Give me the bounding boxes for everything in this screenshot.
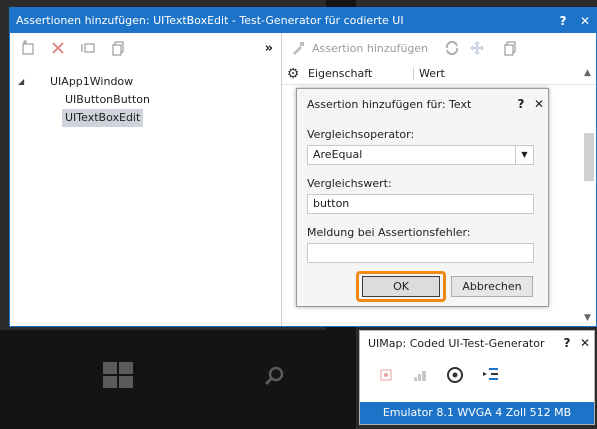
close-button[interactable]: ✕	[574, 14, 596, 28]
window-titlebar: Assertionen hinzufügen: UITextBoxEdit - …	[10, 8, 596, 33]
search-icon[interactable]	[262, 364, 286, 388]
window-title: Assertionen hinzufügen: UITextBoxEdit - …	[16, 14, 404, 27]
tree-item-label: UITextBoxEdit	[62, 109, 144, 127]
tree-item-root[interactable]: ◢ UIApp1Window	[10, 73, 281, 91]
chevron-down-icon[interactable]: ▼	[515, 146, 533, 164]
scroll-up-icon[interactable]: ▲	[584, 68, 591, 78]
compare-value-input[interactable]: button	[307, 194, 534, 214]
properties-scrollbar[interactable]: ▲ ▼	[582, 63, 596, 323]
add-assertion-button[interactable]: Assertion hinzufügen	[312, 42, 428, 55]
add-assertion-dialog: Assertion hinzufügen für: Text ? ✕ Vergl…	[296, 88, 549, 307]
add-assertion-icon[interactable]	[290, 40, 306, 56]
tree-toolbar: »	[10, 33, 281, 63]
copy-icon[interactable]	[110, 40, 126, 56]
scrollbar-thumb[interactable]	[584, 133, 594, 181]
tree-item-label: UIButtonButton	[65, 93, 150, 106]
uimap-help-button[interactable]: ?	[558, 336, 576, 350]
uimap-title: UIMap: Coded UI-Test-Generator	[368, 336, 545, 350]
properties-toolbar: Assertion hinzufügen	[282, 33, 596, 63]
phone-bottom-bar	[0, 330, 356, 429]
dialog-close-button[interactable]: ✕	[530, 97, 548, 111]
rename-icon[interactable]	[80, 40, 96, 56]
properties-header: ⚙ Eigenschaft Wert	[282, 63, 596, 85]
emulator-status-bar: Emulator 8.1 WVGA 4 Zoll 512 MB	[360, 402, 594, 424]
ok-button[interactable]: OK	[362, 276, 440, 297]
refresh-icon[interactable]	[444, 40, 460, 56]
dialog-title: Assertion hinzufügen für: Text	[307, 97, 472, 111]
comparator-select[interactable]: AreEqual ▼	[307, 145, 534, 165]
dialog-titlebar: Assertion hinzufügen für: Text ? ✕	[297, 89, 548, 119]
compare-value-label: Vergleichswert:	[307, 177, 392, 190]
message-label: Meldung bei Assertionsfehler:	[307, 226, 471, 239]
scroll-down-icon[interactable]: ▼	[584, 313, 591, 323]
message-input[interactable]	[307, 243, 534, 263]
tree-item-label: UIApp1Window	[50, 75, 134, 88]
delete-icon[interactable]	[50, 40, 66, 56]
uimap-close-button[interactable]: ✕	[576, 336, 594, 350]
uimap-titlebar: UIMap: Coded UI-Test-Generator ? ✕	[360, 331, 594, 355]
uimap-toolbar	[360, 355, 594, 395]
uimap-test-generator-window: UIMap: Coded UI-Test-Generator ? ✕ Emula…	[359, 330, 595, 425]
show-recorded-steps-icon[interactable]	[412, 367, 428, 383]
add-control-icon[interactable]	[20, 40, 36, 56]
help-button[interactable]: ?	[552, 14, 574, 28]
control-tree-pane: » ◢ UIApp1Window UIButtonButton UITextBo…	[10, 33, 282, 326]
collapse-pane-button[interactable]: »	[265, 41, 273, 56]
record-icon[interactable]	[378, 367, 394, 383]
column-header-property[interactable]: Eigenschaft	[304, 67, 414, 80]
comparator-label: Vergleichsoperator:	[307, 128, 415, 141]
cancel-button[interactable]: Abbrechen	[451, 276, 533, 297]
column-header-value[interactable]: Wert	[414, 67, 445, 80]
gear-icon[interactable]: ⚙	[282, 66, 304, 82]
move-icon[interactable]	[466, 40, 488, 56]
expand-triangle-icon[interactable]: ◢	[18, 73, 24, 91]
windows-start-icon[interactable]	[103, 362, 133, 388]
control-tree: ◢ UIApp1Window UIButtonButton UITextBoxE…	[10, 63, 281, 127]
dialog-help-button[interactable]: ?	[512, 97, 530, 111]
comparator-selected-value: AreEqual	[313, 148, 363, 161]
generate-code-icon[interactable]	[482, 366, 500, 384]
copy-icon[interactable]	[502, 40, 518, 56]
tree-item-child-selected[interactable]: UITextBoxEdit	[10, 109, 281, 127]
add-assertions-crosshair-icon[interactable]	[446, 366, 464, 384]
tree-item-child[interactable]: UIButtonButton	[10, 91, 281, 109]
